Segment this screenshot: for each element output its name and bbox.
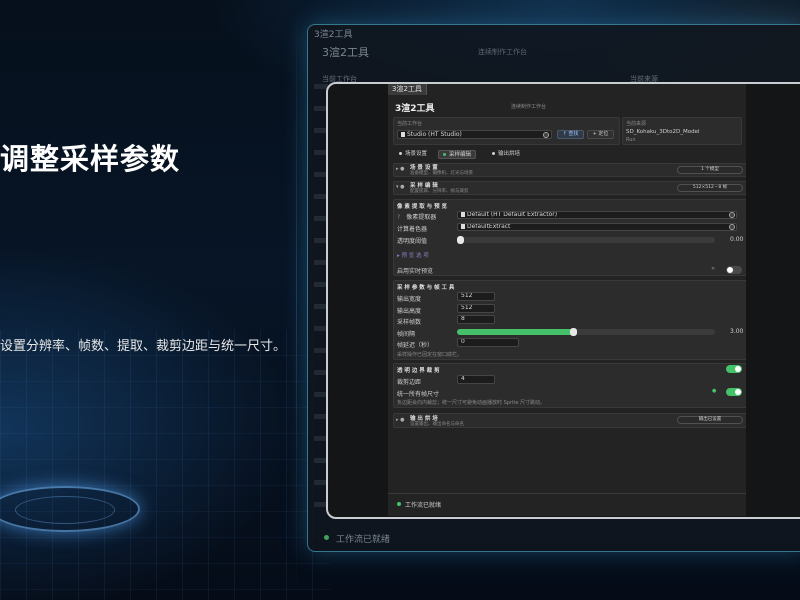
- find-button[interactable]: ↑ 查找: [557, 130, 584, 139]
- alpha-slider-knob[interactable]: [457, 236, 464, 244]
- width-input[interactable]: 512: [457, 292, 495, 301]
- shader-label: 计算着色器: [397, 226, 428, 233]
- collapse-icon[interactable]: ▾ ●: [396, 184, 404, 190]
- width-label: 输出宽度: [397, 296, 422, 303]
- uniform-mark: ●: [712, 388, 717, 394]
- spacing-slider-knob[interactable]: [570, 328, 578, 336]
- output-section-sub: 设置输出、输出命名与命名: [410, 422, 464, 427]
- workbench-value: Studio (HT Studio): [407, 131, 462, 138]
- toggle-knob: [727, 267, 733, 273]
- source-sub: Run: [626, 137, 636, 143]
- toggle-knob: [735, 389, 741, 395]
- delay-label: 帧延迟（秒）: [397, 342, 434, 349]
- file-icon: [461, 224, 465, 229]
- sample-section-sub: 配置提取、分辨率、帧与裁剪: [410, 189, 469, 194]
- realtime-toggle[interactable]: [726, 266, 742, 274]
- trim-header: 透 明 边 界 裁 剪: [397, 368, 440, 374]
- tab-sample-label: 采样编辑: [449, 152, 472, 158]
- margin-label: 裁剪边距: [397, 379, 422, 386]
- preview-options-text: 预 览 选 项: [401, 253, 429, 259]
- shader-field[interactable]: DefaultExtract: [457, 223, 737, 231]
- spacing-slider-fill: [457, 329, 574, 335]
- glow-ring-inner: [15, 496, 115, 524]
- scene-section-pill: 1 个模型: [677, 166, 743, 174]
- find-label: 查找: [568, 131, 579, 137]
- alpha-label: 透明度阈值: [397, 238, 428, 245]
- hero-title: 调整采样参数: [0, 142, 181, 176]
- sampling-hint: 采样操作已固定在窗口底栏。: [397, 352, 463, 358]
- window-tab[interactable]: 3渲2工具: [388, 84, 427, 95]
- spacing-label: 帧间隔: [397, 331, 416, 338]
- workbench-label: 当前工作台: [397, 121, 423, 127]
- alpha-slider[interactable]: [457, 236, 715, 244]
- extractor-label: ? 像素提取器: [397, 214, 437, 221]
- height-label: 输出高度: [397, 308, 422, 315]
- expand-icon[interactable]: ▸ ●: [396, 166, 404, 172]
- locate-label: 定位: [598, 131, 609, 137]
- preview-options[interactable]: ▸ 预 览 选 项: [397, 251, 429, 259]
- hero-description: 设置分辨率、帧数、提取、裁剪边距与统一尺寸。: [0, 339, 287, 354]
- tab-scene[interactable]: 场景设置: [395, 150, 431, 159]
- background-status-text: 工作流已就绪: [336, 535, 391, 545]
- margin-input[interactable]: 4: [457, 375, 495, 384]
- background-status: 工作流已就绪: [322, 532, 390, 545]
- spacing-value: 3.00: [730, 328, 744, 335]
- alpha-value: 0.00: [730, 236, 744, 243]
- frames-input[interactable]: 8: [457, 315, 495, 324]
- toggle-knob: [735, 366, 741, 372]
- tab-dot: [443, 153, 446, 156]
- target-icon[interactable]: ◎: [729, 212, 735, 218]
- realtime-mark: ✕: [711, 266, 716, 272]
- source-value: SD_Kohaku_3Dto2D_Model: [626, 129, 700, 135]
- tab-dot: [492, 152, 495, 155]
- tab-output-label: 输出烘培: [498, 151, 521, 157]
- tab-scene-label: 场景设置: [405, 151, 428, 157]
- tab-sample[interactable]: 采样编辑: [438, 150, 477, 159]
- file-icon: [461, 212, 465, 217]
- app-subtitle: 连续制作工作台: [511, 104, 547, 110]
- glow-line: [296, 0, 297, 600]
- delay-input[interactable]: 0: [457, 338, 519, 347]
- app-title: 3渲2工具: [395, 104, 435, 114]
- extractor-field[interactable]: Default (HT Default Extractor): [457, 211, 737, 219]
- extractor-value: Default (HT Default Extractor): [467, 211, 558, 218]
- workbench-field[interactable]: Studio (HT Studio): [397, 130, 552, 139]
- sampling-group: [393, 280, 746, 360]
- tab-output[interactable]: 输出烘培: [488, 150, 524, 159]
- target-icon[interactable]: ◎: [543, 132, 549, 138]
- status-divider: [388, 493, 746, 494]
- tool-window: 3渲2工具 3渲2工具 连续制作工作台 当前工作台 Studio (HT Stu…: [388, 84, 746, 516]
- shader-value: DefaultExtract: [467, 223, 511, 230]
- height-input[interactable]: 512: [457, 304, 495, 313]
- background-title: 3渲2工具: [322, 46, 369, 59]
- extractor-label-text: 像素提取器: [406, 214, 437, 221]
- frames-label: 采样帧数: [397, 319, 422, 326]
- output-section-pill: 输出已设置: [677, 416, 743, 424]
- tab-dot: [399, 152, 402, 155]
- scene-section-sub: 准备模型、摄像机、灯光与场景: [410, 171, 473, 176]
- expand-icon[interactable]: ▸ ●: [396, 417, 404, 423]
- trim-hint: 负边距会向内裁剪；统一尺寸可避免动画播放时 Sprite 尺寸跳动。: [397, 400, 546, 406]
- background-tab: 3渲2工具: [314, 30, 353, 40]
- file-icon: [401, 132, 405, 137]
- uniform-toggle[interactable]: [726, 388, 742, 396]
- status-dot: [397, 502, 401, 506]
- realtime-label: 启用实时预览: [397, 268, 434, 275]
- background-grid: [0, 330, 330, 600]
- source-label: 当前来源: [626, 121, 647, 127]
- trim-toggle[interactable]: [726, 365, 742, 373]
- uniform-label: 统一所有帧尺寸: [397, 391, 440, 398]
- status-text: 工作流已就绪: [405, 502, 442, 509]
- background-subtitle: 连续制作工作台: [478, 48, 527, 56]
- locate-button[interactable]: + 定位: [587, 130, 614, 139]
- spacing-slider[interactable]: [457, 328, 715, 336]
- target-icon[interactable]: ◎: [729, 224, 735, 230]
- extract-header: 像 素 提 取 与 预 览: [397, 204, 447, 210]
- sampling-header: 采 样 参 数 与 帧 工 具: [397, 285, 455, 291]
- sample-section-pill: 512×512・8 帧: [677, 184, 743, 192]
